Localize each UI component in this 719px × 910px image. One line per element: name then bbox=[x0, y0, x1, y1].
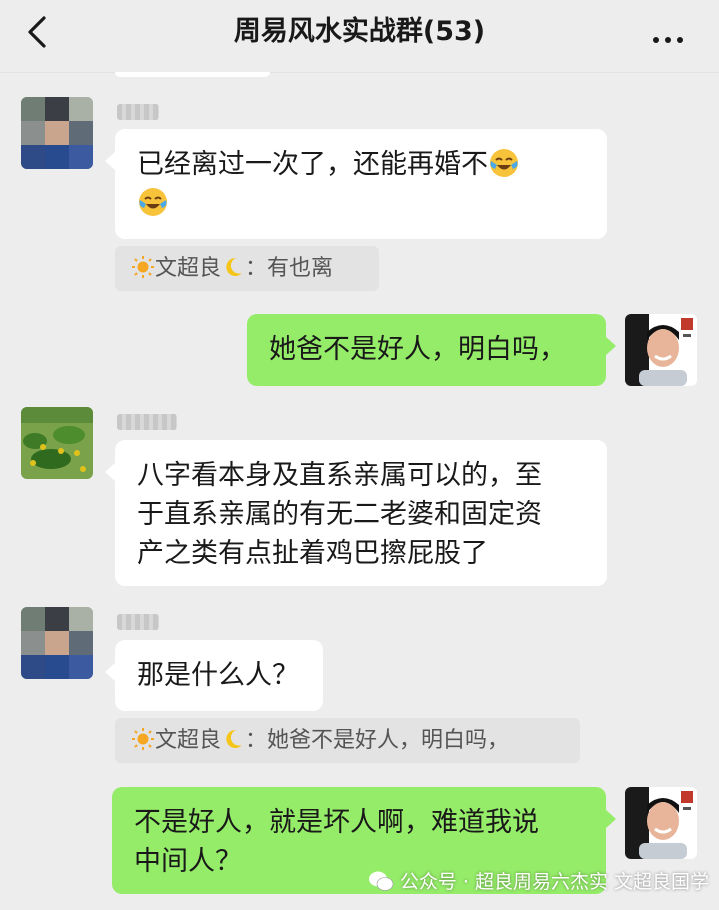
message-text: 她爸不是好人，明白吗， bbox=[269, 334, 566, 365]
avatar-blurred-user[interactable] bbox=[21, 607, 93, 679]
moon-icon bbox=[226, 729, 243, 748]
previous-bubble-edge bbox=[115, 72, 270, 77]
sender-name-blurred bbox=[117, 414, 177, 430]
quoted-message[interactable]: 文超良 ：有也离 bbox=[115, 246, 379, 291]
wechat-icon bbox=[368, 871, 394, 891]
watermark-text: 公众号 · 超良周易六杰实 bbox=[399, 871, 608, 893]
message-bubble-self[interactable]: 她爸不是好人，明白吗， bbox=[247, 314, 616, 386]
more-options-icon[interactable] bbox=[653, 28, 689, 43]
message-bubble[interactable]: 那是什么人？ bbox=[105, 640, 323, 711]
watermark-overlay: 文超良国学 bbox=[613, 871, 709, 893]
message-line: 八字看本身及直系亲属可以的，至 bbox=[137, 460, 542, 491]
message-text: 已经离过一次了，还能再婚不 bbox=[137, 149, 488, 180]
quote-separator: ： bbox=[245, 256, 268, 281]
message-line: 中间人？ bbox=[134, 846, 242, 877]
quote-separator: ： bbox=[245, 728, 268, 753]
quote-sender: 文超良 bbox=[155, 728, 222, 753]
avatar-self[interactable] bbox=[625, 787, 697, 859]
watermark: 公众号 · 超良周易六杰实 文超良国学 bbox=[368, 867, 709, 894]
quoted-message[interactable]: 文超良 ：她爸不是好人，明白吗， bbox=[115, 718, 580, 763]
message-text: 那是什么人？ bbox=[137, 660, 299, 691]
quote-sender: 文超良 bbox=[155, 256, 222, 281]
avatar-blurred-user[interactable] bbox=[21, 97, 93, 169]
sun-icon bbox=[132, 728, 154, 750]
moon-icon bbox=[226, 257, 243, 276]
crying-laughing-emoji-icon bbox=[490, 149, 518, 177]
sun-icon bbox=[132, 256, 154, 278]
avatar-plant-user[interactable] bbox=[21, 407, 93, 479]
avatar-self[interactable] bbox=[625, 314, 697, 386]
message-bubble[interactable]: 八字看本身及直系亲属可以的，至 于直系亲属的有无二老婆和固定资 产之类有点扯着鸡… bbox=[105, 440, 607, 586]
chat-header: 周易风水实战群(53) bbox=[0, 0, 719, 73]
message-line: 产之类有点扯着鸡巴擦屁股了 bbox=[137, 538, 488, 569]
quote-text: 她爸不是好人，明白吗， bbox=[267, 728, 510, 753]
quote-text: 有也离 bbox=[267, 256, 334, 281]
sender-name-blurred bbox=[117, 614, 159, 630]
message-line: 于直系亲属的有无二老婆和固定资 bbox=[137, 499, 542, 530]
message-bubble[interactable]: 已经离过一次了，还能再婚不 bbox=[105, 129, 607, 239]
crying-laughing-emoji-icon bbox=[139, 188, 167, 216]
chat-title: 周易风水实战群(53) bbox=[233, 16, 486, 47]
message-line: 不是好人，就是坏人啊，难道我说 bbox=[134, 807, 539, 838]
sender-name-blurred bbox=[117, 104, 159, 120]
